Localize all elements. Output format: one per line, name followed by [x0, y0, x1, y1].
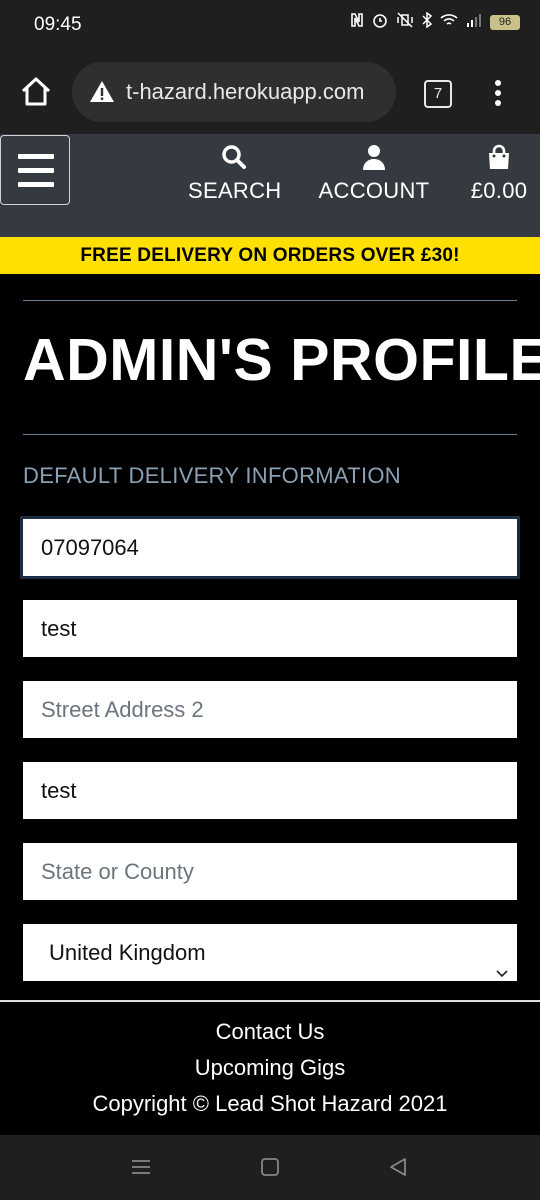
divider	[23, 434, 517, 435]
footer-contact-link[interactable]: Contact Us	[0, 1019, 540, 1045]
vibrate-mute-icon	[396, 12, 414, 32]
warning-icon[interactable]	[88, 78, 116, 106]
chevron-down-icon	[495, 945, 509, 978]
county-input[interactable]	[23, 843, 517, 900]
overflow-menu-icon[interactable]	[488, 78, 508, 108]
nav-account-label: ACCOUNT	[318, 178, 430, 203]
home-square-icon[interactable]	[260, 1157, 280, 1182]
search-icon	[188, 144, 280, 170]
town-city-input[interactable]	[23, 762, 517, 819]
status-icons: 96	[350, 11, 520, 32]
wifi-icon	[440, 13, 458, 31]
status-time: 09:45	[34, 14, 82, 35]
alarm-icon	[372, 12, 388, 32]
url-text[interactable]: t-hazard.herokuapp.com	[126, 79, 364, 105]
signal-icon	[466, 13, 482, 31]
shopping-bag-icon	[466, 144, 532, 170]
country-select-value: United Kingdom	[49, 940, 206, 965]
street-address-2-input[interactable]	[23, 681, 517, 738]
footer-divider	[0, 1000, 540, 1002]
battery-level: 96	[490, 14, 520, 30]
browser-toolbar: t-hazard.herokuapp.com 7	[0, 50, 540, 134]
home-icon[interactable]	[18, 74, 54, 110]
footer-gigs-link[interactable]: Upcoming Gigs	[0, 1055, 540, 1081]
bluetooth-icon	[422, 11, 433, 32]
hamburger-bar	[18, 182, 54, 187]
nav-search[interactable]: SEARCH	[188, 144, 282, 204]
nav-account[interactable]: ACCOUNT	[318, 144, 430, 204]
user-icon	[318, 144, 430, 170]
nfc-icon	[350, 12, 364, 32]
divider	[23, 300, 517, 301]
section-heading: DEFAULT DELIVERY INFORMATION	[23, 463, 401, 488]
site-navbar: SEARCH ACCOUNT £0.00	[0, 134, 540, 237]
cart-total: £0.00	[470, 178, 528, 203]
street-address-1-input[interactable]	[23, 600, 517, 657]
back-icon[interactable]	[388, 1157, 408, 1182]
hamburger-bar	[18, 154, 54, 159]
recent-apps-icon[interactable]	[131, 1157, 151, 1182]
free-delivery-banner: FREE DELIVERY ON ORDERS OVER £30!	[0, 237, 540, 274]
status-bar: 09:45 96	[0, 0, 540, 50]
tab-switcher-button[interactable]: 7	[424, 80, 452, 108]
page-title: ADMIN'S PROFILE	[23, 327, 540, 393]
menu-toggle-button[interactable]	[0, 135, 70, 205]
nav-search-label: SEARCH	[188, 178, 282, 203]
footer-copyright: Copyright © Lead Shot Hazard 2021	[92, 1091, 448, 1116]
address-bar[interactable]: t-hazard.herokuapp.com	[72, 62, 396, 122]
hamburger-bar	[18, 168, 54, 173]
nav-cart[interactable]: £0.00	[466, 144, 532, 204]
country-select[interactable]: United Kingdom	[23, 924, 517, 981]
system-navigation-bar	[0, 1135, 540, 1200]
phone-number-input[interactable]	[20, 516, 520, 579]
